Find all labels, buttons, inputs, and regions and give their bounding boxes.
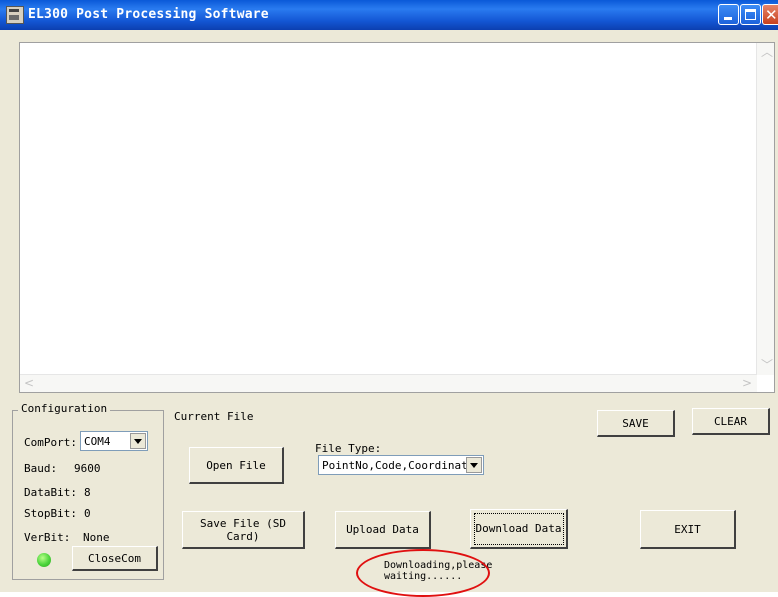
file-type-value: PointNo,Code,Coordinate (322, 459, 475, 472)
status-highlight-annotation (356, 549, 490, 597)
configuration-title: Configuration (18, 402, 111, 415)
save-file-sd-button[interactable]: Save File (SD Card) (182, 511, 305, 549)
baud-label: Baud: (24, 462, 58, 475)
close-icon: ✕ (765, 6, 778, 24)
file-type-select[interactable]: PointNo,Code,Coordinate (318, 455, 484, 475)
file-type-label: File Type: (315, 442, 382, 455)
comport-value: COM4 (84, 435, 111, 448)
databit-label: DataBit: (24, 486, 77, 499)
minimize-icon (724, 17, 732, 20)
output-textarea[interactable]: ︿ ﹀ < > (19, 42, 775, 393)
chevron-down-icon[interactable] (130, 433, 146, 449)
scroll-down-icon[interactable]: ﹀ (761, 359, 773, 371)
save-button[interactable]: SAVE (597, 410, 675, 437)
connection-status-led (37, 553, 51, 567)
scroll-up-icon[interactable]: ︿ (761, 46, 773, 58)
baud-value: 9600 (74, 462, 101, 475)
vertical-scrollbar[interactable]: ︿ ﹀ (756, 43, 774, 375)
upload-data-button[interactable]: Upload Data (335, 511, 431, 549)
minimize-button[interactable] (718, 4, 739, 25)
scroll-right-icon[interactable]: > (742, 377, 752, 389)
download-data-button[interactable]: Download Data (470, 509, 568, 549)
comport-select[interactable]: COM4 (80, 431, 148, 451)
verbit-label: VerBit: (24, 531, 71, 544)
app-icon (6, 6, 24, 24)
window-title: EL300 Post Processing Software (28, 7, 269, 22)
open-file-button[interactable]: Open File (189, 447, 284, 484)
app-window: EL300 Post Processing Software ✕ ︿ ﹀ < >… (0, 0, 778, 597)
horizontal-scrollbar[interactable]: < > (20, 374, 757, 392)
databit-value: 8 (84, 486, 91, 499)
verbit-value: None (83, 531, 110, 544)
close-button[interactable]: ✕ (762, 4, 778, 25)
stopbit-label: StopBit: (24, 507, 77, 520)
closecom-button[interactable]: CloseCom (72, 546, 158, 571)
comport-label: ComPort: (24, 436, 77, 449)
title-bar[interactable]: EL300 Post Processing Software ✕ (0, 0, 778, 30)
current-file-label: Current File (174, 410, 254, 423)
maximize-button[interactable] (740, 4, 761, 25)
maximize-icon (745, 9, 756, 20)
chevron-down-icon[interactable] (466, 457, 482, 473)
clear-button[interactable]: CLEAR (692, 408, 770, 435)
exit-button[interactable]: EXIT (640, 510, 736, 549)
stopbit-value: 0 (84, 507, 91, 520)
scroll-left-icon[interactable]: < (24, 377, 34, 389)
